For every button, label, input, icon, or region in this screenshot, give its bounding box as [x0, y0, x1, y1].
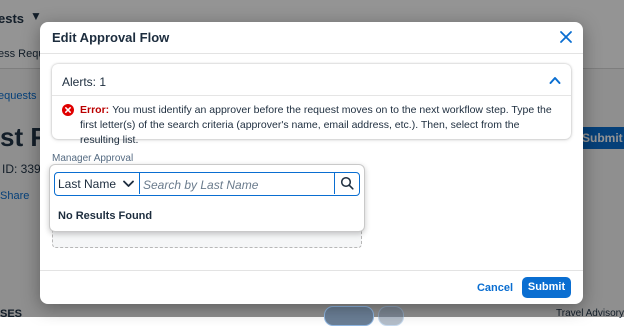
search-criteria-select[interactable]: Last Name — [55, 173, 140, 194]
background-edit-button — [378, 306, 404, 326]
alerts-panel: Alerts: 1 Error: You must identify an app… — [52, 64, 571, 146]
chevron-up-icon[interactable] — [549, 75, 561, 85]
no-results-message: No Results Found — [58, 210, 153, 222]
search-button[interactable] — [334, 173, 359, 194]
search-icon — [340, 176, 354, 190]
error-message: You must identify an approver before the… — [80, 104, 552, 146]
cancel-button[interactable]: Cancel — [474, 279, 516, 297]
approver-search-input[interactable] — [141, 174, 333, 195]
error-icon — [62, 104, 74, 116]
dialog-footer: Cancel Submit — [40, 270, 583, 304]
dialog-title: Edit Approval Flow — [52, 30, 170, 45]
approver-search-popover: Last Name No Results Found — [49, 164, 365, 232]
close-icon[interactable] — [559, 30, 573, 44]
search-criteria-value: Last Name — [58, 177, 117, 191]
dialog-header: Edit Approval Flow — [40, 22, 583, 54]
edit-approval-flow-dialog: Edit Approval Flow Alerts: 1 Error: You m… — [40, 22, 583, 304]
submit-button[interactable]: Submit — [522, 277, 571, 298]
alerts-title: Alerts: 1 — [62, 75, 107, 89]
chevron-down-icon — [123, 180, 134, 187]
alert-text: Error: You must identify an approver befo… — [62, 103, 562, 148]
approver-search-field: Last Name — [54, 172, 360, 196]
alert-message: Error: You must identify an approver befo… — [62, 103, 562, 148]
background-add-button — [324, 306, 374, 326]
alerts-header[interactable]: Alerts: 1 — [52, 64, 571, 96]
manager-approval-label: Manager Approval — [52, 153, 134, 164]
error-label: Error: — [80, 104, 110, 116]
